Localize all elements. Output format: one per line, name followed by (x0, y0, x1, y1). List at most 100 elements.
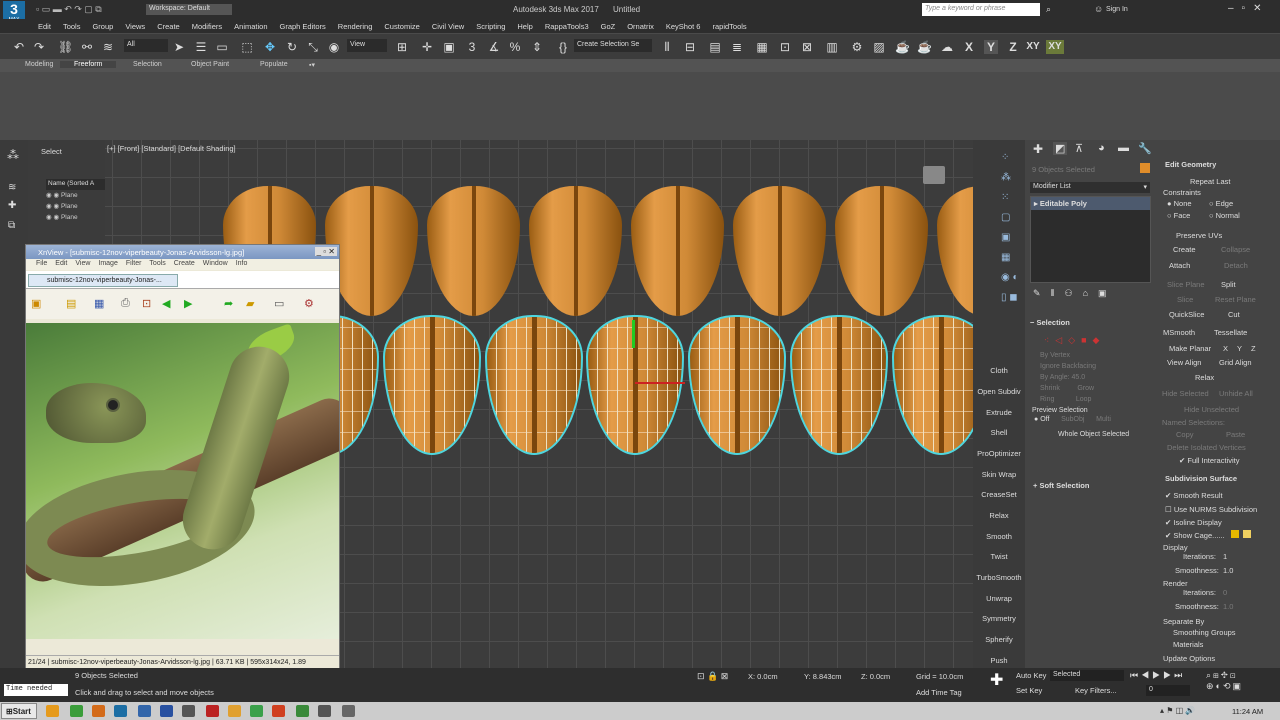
manipulate-icon[interactable]: ✛ (420, 40, 434, 54)
materials-checkbox[interactable]: Materials (1173, 640, 1203, 649)
create-tab-icon[interactable]: ✚ (1033, 142, 1043, 156)
multi-radio[interactable]: Multi (1096, 416, 1111, 423)
petal-top[interactable] (733, 186, 826, 316)
isolate-icon[interactable]: ⊡ 🔒 ⊠ (697, 671, 728, 682)
ignore-backfacing-checkbox[interactable]: Ignore Backfacing (1040, 363, 1151, 370)
bind-spacewarp-icon[interactable]: ≋ (101, 40, 115, 54)
menu-ornatrix[interactable]: Ornatrix (627, 22, 654, 31)
object-color-swatch[interactable] (1140, 163, 1150, 173)
mod-button-smooth[interactable]: Smooth (973, 532, 1025, 541)
redo-icon[interactable]: ↷ (32, 40, 46, 54)
xnview-menu-item[interactable]: Create (174, 260, 195, 267)
split-checkbox[interactable]: Split (1221, 280, 1236, 289)
selection-header[interactable]: − Selection (1030, 318, 1151, 327)
mod-button-skin-wrap[interactable]: Skin Wrap (973, 470, 1025, 479)
create-button[interactable]: Create (1173, 245, 1196, 254)
viewcube-icon[interactable] (923, 166, 945, 184)
move-gizmo-x[interactable] (635, 382, 685, 384)
menu-keyshot-6[interactable]: KeyShot 6 (666, 22, 701, 31)
window-controls[interactable]: –▫✕ (1228, 3, 1270, 14)
search-input[interactable]: Type a keyword or phrase (922, 3, 1040, 16)
menu-scripting[interactable]: Scripting (476, 22, 505, 31)
petal-top[interactable] (427, 186, 520, 316)
mod-button-open-subdiv[interactable]: Open Subdiv (973, 387, 1025, 396)
by-angle-value[interactable]: 45.0 (1072, 374, 1086, 381)
loop-button[interactable]: Loop (1076, 396, 1092, 403)
align-icon[interactable]: ⊟ (683, 40, 697, 54)
folder-icon[interactable]: ▰ (246, 297, 254, 310)
add-time-tag[interactable]: Add Time Tag (916, 688, 962, 697)
mod-button-unwrap[interactable]: Unwrap (973, 594, 1025, 603)
slideshow-icon[interactable]: ▭ (274, 297, 284, 310)
petal-selected[interactable] (485, 315, 583, 455)
face-radio[interactable]: ○ Face (1167, 211, 1190, 220)
mod-button-extrude[interactable]: Extrude (973, 408, 1025, 417)
sign-in-link[interactable]: Sign In (1106, 6, 1128, 13)
taskbar-app-icon[interactable] (92, 705, 105, 717)
delete-isolated-checkbox[interactable]: Delete Isolated Vertices (1167, 443, 1246, 452)
detach-button[interactable]: Detach (1224, 261, 1248, 270)
menu-create[interactable]: Create (157, 22, 180, 31)
schematic-icon[interactable]: ⊠ (800, 40, 814, 54)
xnview-menu-item[interactable]: Window (203, 260, 228, 267)
key-filters-button[interactable]: Key Filters... (1075, 686, 1117, 695)
snap-icon[interactable]: 3 (465, 40, 479, 54)
viewport-label[interactable]: [+] [Front] [Standard] [Default Shading] (107, 144, 236, 153)
planar-x-button[interactable]: X (1223, 344, 1228, 353)
collapse-button[interactable]: Collapse (1221, 245, 1250, 254)
mod-button-turbosmooth[interactable]: TurboSmooth (973, 573, 1025, 582)
msmooth-button[interactable]: MSmooth (1163, 328, 1195, 337)
move-icon[interactable]: ✥ (263, 40, 277, 54)
mod-button-shell[interactable]: Shell (973, 428, 1025, 437)
search-icon[interactable]: ⌕ (1046, 4, 1051, 15)
mirror-icon[interactable]: ⫴ (660, 40, 674, 54)
edit-geometry-header[interactable]: Edit Geometry (1165, 160, 1216, 169)
render-smoothness-value[interactable]: 1.0 (1223, 602, 1233, 611)
relax-button[interactable]: Relax (1195, 373, 1214, 382)
stack-item-editable-poly[interactable]: ▸ Editable Poly (1031, 197, 1150, 210)
petal-top[interactable] (631, 186, 724, 316)
settings-icon[interactable]: ⚙ (304, 297, 314, 310)
layers-icon[interactable]: ≋ (8, 182, 16, 193)
layer-icon[interactable]: ≣ (730, 40, 744, 54)
xnview-menu-item[interactable]: View (75, 260, 90, 267)
paste-button[interactable]: Paste (1226, 430, 1245, 439)
tab-selection[interactable]: Selection (133, 61, 162, 68)
mod-button-twist[interactable]: Twist (973, 552, 1025, 561)
xnview-menu-item[interactable]: Tools (149, 260, 165, 267)
motion-tab-icon[interactable]: ◕ (1098, 142, 1105, 154)
key-mode-icon[interactable]: ✚ (990, 670, 1003, 690)
z-coord[interactable]: Z: 0.0cm (861, 672, 890, 681)
by-angle-row[interactable]: By Angle: 45.0 (1040, 374, 1151, 381)
grid-align-button[interactable]: Grid Align (1219, 358, 1252, 367)
slice-button[interactable]: Slice (1177, 295, 1193, 304)
menu-civil-view[interactable]: Civil View (432, 22, 464, 31)
xnview-menu-item[interactable]: Info (236, 260, 248, 267)
user-icon[interactable]: ☺ (1094, 4, 1103, 14)
render-iterative-icon[interactable]: ☁ (940, 40, 954, 54)
planar-z-button[interactable]: Z (1251, 344, 1256, 353)
use-nurms-checkbox[interactable]: ☐ Use NURMS Subdivision (1165, 505, 1257, 514)
menu-edit[interactable]: Edit (38, 22, 51, 31)
scene-item[interactable]: ◉ ◉ Plane (46, 191, 105, 202)
hide-selected-button[interactable]: Hide Selected (1162, 389, 1209, 398)
frame-spinner[interactable]: 0 (1146, 685, 1190, 696)
xnview-menu-item[interactable]: Filter (126, 260, 142, 267)
quickslice-button[interactable]: QuickSlice (1169, 310, 1204, 319)
menu-goz[interactable]: GoZ (601, 22, 616, 31)
xnview-menu-item[interactable]: File (36, 260, 47, 267)
preserve-uvs-checkbox[interactable]: Preserve UVs (1176, 231, 1222, 240)
workspace-dropdown[interactable]: Workspace: Default (146, 4, 232, 15)
percent-snap-icon[interactable]: % (508, 40, 522, 54)
menu-tools[interactable]: Tools (63, 22, 81, 31)
taskbar-app-icon[interactable] (46, 705, 59, 717)
viewport-nav-icons[interactable]: ⌕⊞✥⊡ ⊕◐⟲▣ (1206, 670, 1243, 692)
normal-radio[interactable]: ○ Normal (1209, 211, 1240, 220)
material-editor-icon[interactable]: ▥ (825, 40, 839, 54)
smoothing-groups-checkbox[interactable]: Smoothing Groups (1173, 628, 1236, 637)
save-icon[interactable]: ▦ (94, 297, 104, 310)
select-by-name-icon[interactable]: ☰ (194, 40, 208, 54)
preview-radio-row[interactable]: ● Off SubObj Multi (1034, 416, 1151, 423)
layer-explorer-icon[interactable]: ▤ (708, 40, 722, 54)
rotate-icon[interactable]: ↻ (285, 40, 299, 54)
